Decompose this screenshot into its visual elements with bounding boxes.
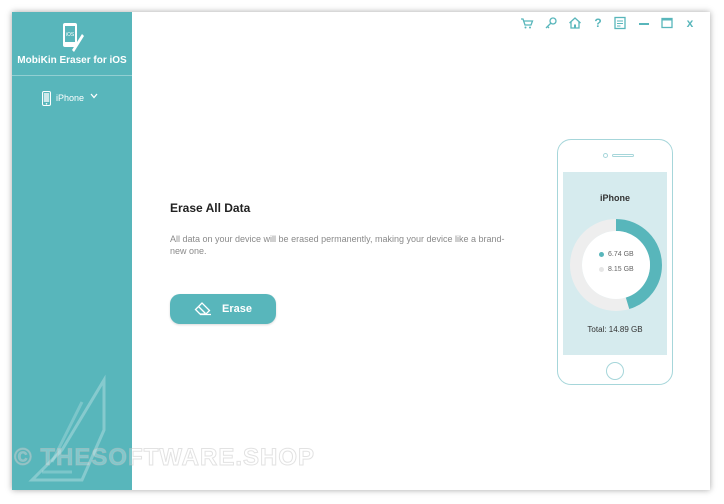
erase-description: All data on your device will be erased p…: [170, 234, 505, 256]
chevron-down-icon: [90, 93, 98, 99]
app-title: MobiKin Eraser for iOS: [17, 55, 127, 66]
erase-button[interactable]: Erase: [170, 294, 276, 324]
device-selector-label: iPhone: [56, 93, 85, 103]
watermark-text: © THESOFTWARE.SHOP: [13, 444, 316, 472]
app-logo-icon: iOS: [63, 23, 84, 52]
home-icon[interactable]: [568, 16, 582, 30]
eraser-icon: [194, 302, 211, 316]
phone-camera: [603, 153, 608, 158]
donut-hole: [582, 231, 650, 299]
device-selector[interactable]: iPhone: [42, 88, 98, 108]
phone-speaker: [612, 154, 634, 157]
close-icon[interactable]: x: [683, 16, 697, 30]
title-bar-controls: ? x: [520, 12, 710, 34]
device-name: iPhone: [599, 193, 630, 203]
erase-button-label: Erase: [222, 303, 252, 315]
phone-home-button: [606, 362, 624, 380]
cart-icon[interactable]: [520, 16, 534, 30]
feedback-icon[interactable]: [613, 16, 627, 30]
legend-used: 6.74 GB: [599, 251, 634, 258]
app-window: iOS MobiKin Eraser for iOS iPhone © THES…: [12, 12, 710, 490]
legend-free: 8.15 GB: [599, 266, 634, 273]
device-illustration: iPhone 6.74 GB 8.15 GB Total: 14.89 GB: [557, 139, 673, 385]
used-value: 6.74 GB: [608, 251, 634, 258]
page-title: Erase All Data: [170, 201, 251, 215]
minimize-icon[interactable]: [637, 16, 651, 30]
sidebar: iOS MobiKin Eraser for iOS iPhone: [12, 12, 132, 490]
storage-total: Total: 14.89 GB: [587, 325, 643, 334]
phone-screen: iPhone 6.74 GB 8.15 GB Total: 14.89 GB: [563, 172, 667, 355]
free-dot: [599, 267, 604, 272]
free-value: 8.15 GB: [608, 266, 634, 273]
help-icon[interactable]: ?: [591, 16, 605, 30]
phone-icon: [42, 90, 51, 106]
storage-donut-chart: [570, 219, 662, 311]
svg-text:iOS: iOS: [66, 32, 75, 38]
key-icon[interactable]: [544, 16, 558, 30]
used-dot: [599, 252, 604, 257]
watermark-eraser-icon: [28, 374, 106, 482]
sidebar-divider: [12, 75, 132, 76]
maximize-icon[interactable]: [660, 16, 674, 30]
